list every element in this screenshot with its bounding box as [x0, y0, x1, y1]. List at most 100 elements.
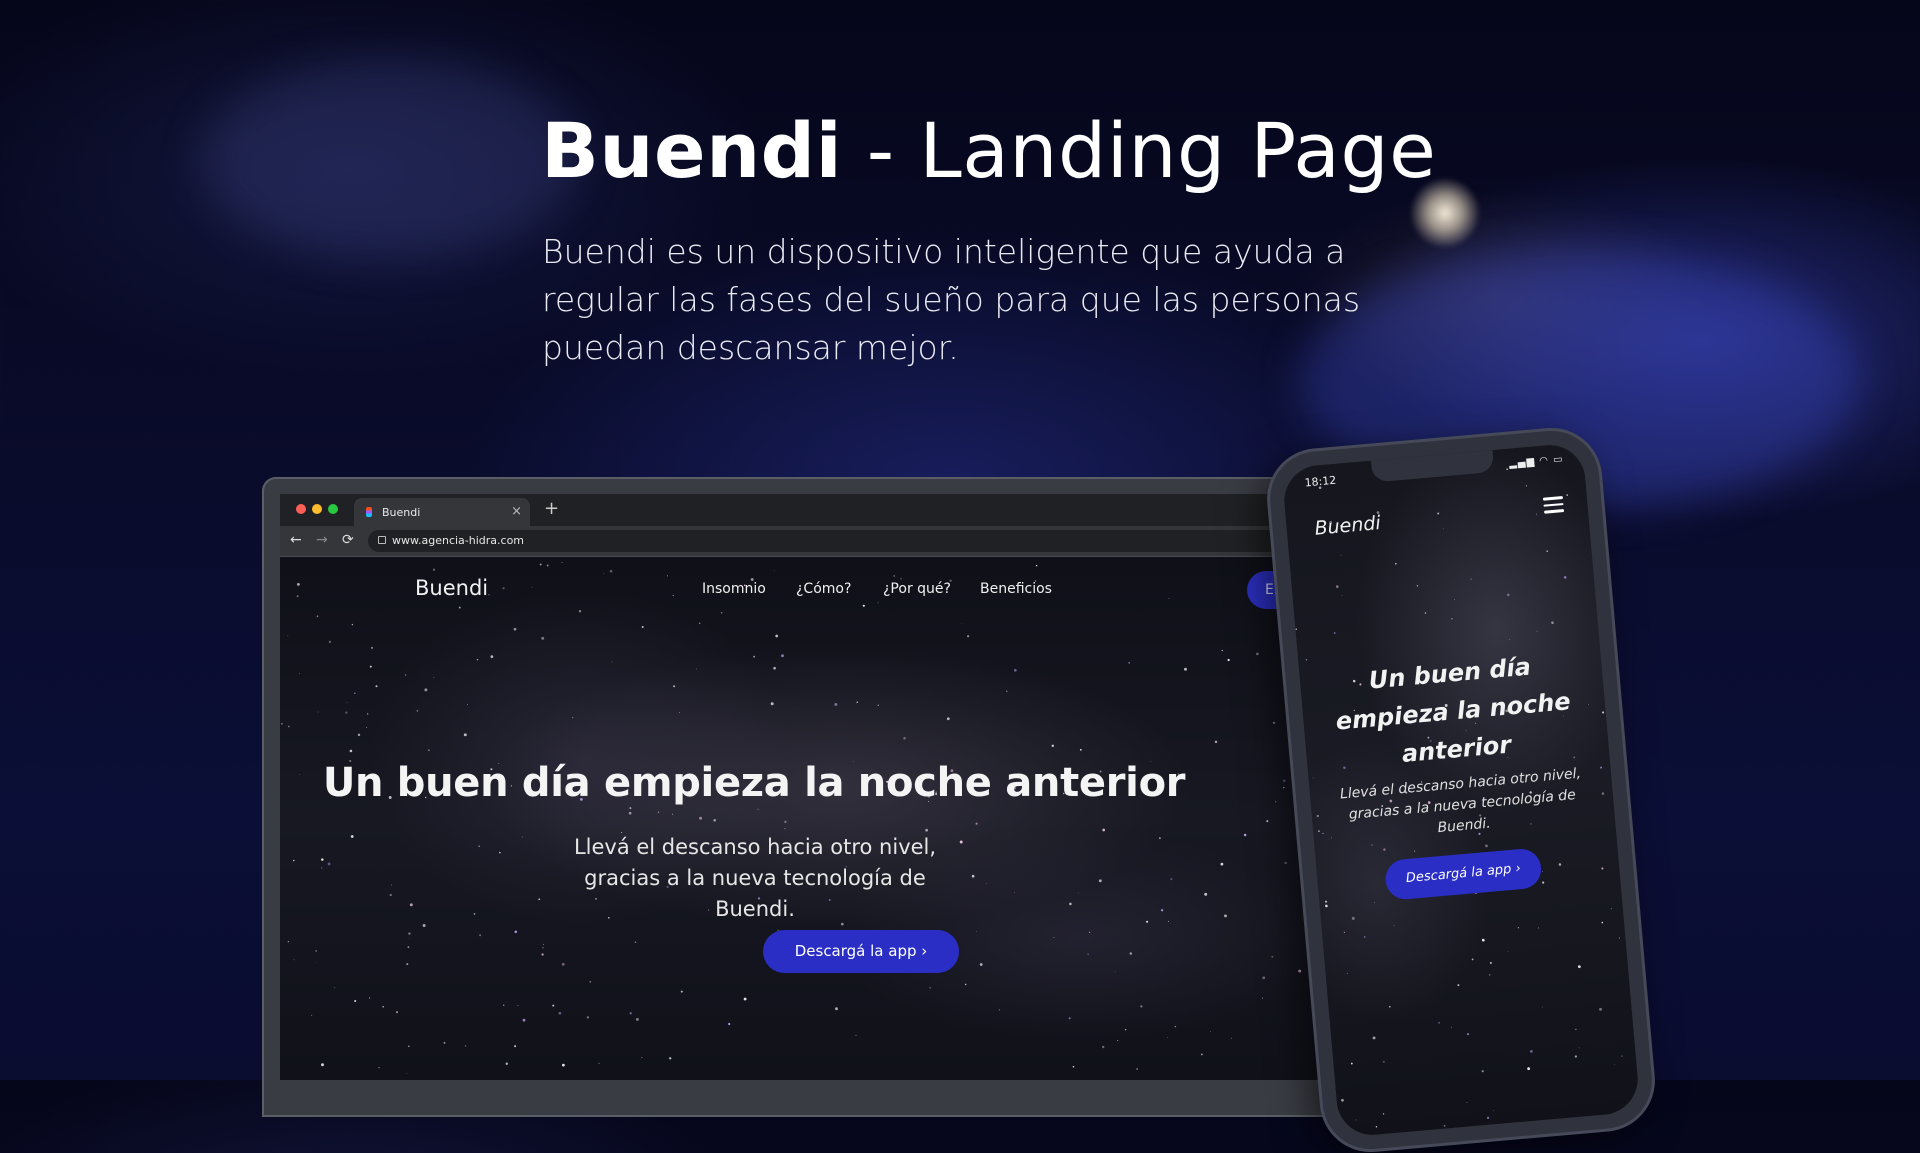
star	[720, 611, 723, 614]
website-viewport: Buendi Insomnio ¿Cómo? ¿Por qué? Benefic…	[280, 557, 1350, 1080]
star	[517, 1005, 519, 1007]
nav-link-insomnio[interactable]: Insomnio	[702, 581, 766, 597]
star	[1566, 494, 1569, 497]
star	[311, 1014, 313, 1016]
phone-screen: 18:12 ▂▄▆ ◠ ▭ Buendi Un buen día empieza…	[1281, 442, 1641, 1138]
star	[298, 672, 300, 674]
address-url: www.agencia-hidra.com	[392, 534, 525, 547]
minimize-window-dot[interactable]	[312, 504, 322, 514]
star	[404, 674, 407, 676]
back-arrow-icon[interactable]: ←	[290, 532, 302, 548]
browser-toolbar: ← → ⟳ www.agencia-hidra.com	[280, 526, 1350, 557]
star	[835, 1007, 838, 1011]
star	[773, 666, 776, 670]
tab-close-icon[interactable]: ×	[511, 504, 522, 519]
star	[1416, 585, 1419, 587]
star	[1282, 779, 1286, 783]
page-title: Buendi - Landing Page	[541, 106, 1436, 195]
star	[1053, 937, 1055, 938]
star	[1161, 909, 1164, 912]
site-logo[interactable]: Buendi	[415, 576, 488, 600]
star	[407, 946, 410, 949]
star	[629, 1012, 632, 1015]
star	[351, 623, 354, 626]
nav-link-beneficios[interactable]: Beneficios	[980, 581, 1052, 597]
star	[1221, 649, 1223, 652]
star	[478, 845, 480, 847]
star	[1621, 1055, 1623, 1057]
star	[1525, 485, 1528, 487]
star	[1271, 955, 1274, 958]
forward-arrow-icon[interactable]: →	[316, 532, 328, 548]
star	[893, 575, 895, 577]
star	[609, 569, 613, 573]
star	[287, 725, 290, 728]
star	[1537, 927, 1540, 929]
star	[669, 1057, 672, 1060]
star	[281, 723, 283, 725]
star	[1333, 632, 1336, 634]
star	[334, 987, 336, 989]
star	[476, 659, 479, 661]
star	[406, 1073, 408, 1074]
nav-link-por-que[interactable]: ¿Por qué?	[883, 581, 951, 597]
star	[1262, 976, 1266, 980]
star	[542, 947, 544, 949]
hamburger-menu-icon[interactable]	[1542, 496, 1565, 514]
star	[1114, 971, 1116, 973]
star	[753, 655, 755, 658]
star	[369, 665, 372, 668]
star	[929, 987, 931, 989]
star	[976, 931, 977, 932]
star	[1486, 1116, 1490, 1120]
star	[1098, 879, 1102, 883]
star	[1069, 902, 1072, 906]
download-app-button[interactable]: Descargá la app ›	[763, 930, 959, 973]
star	[1601, 867, 1604, 870]
new-tab-button[interactable]: +	[544, 498, 559, 519]
star	[466, 703, 468, 705]
star	[1542, 881, 1545, 884]
star	[1340, 554, 1342, 556]
address-bar[interactable]: www.agencia-hidra.com	[368, 530, 1348, 552]
star	[1614, 1064, 1615, 1066]
star	[479, 934, 482, 937]
maximize-window-dot[interactable]	[328, 504, 338, 514]
star	[1529, 1049, 1533, 1053]
star	[1159, 837, 1161, 839]
star	[1243, 833, 1247, 837]
star	[572, 717, 574, 719]
page-title-rest: - Landing Page	[842, 106, 1437, 195]
star	[321, 1063, 324, 1067]
star	[998, 1009, 1001, 1011]
star	[1117, 1040, 1119, 1042]
reload-icon[interactable]: ⟳	[342, 532, 354, 548]
star	[641, 625, 644, 629]
browser-tab[interactable]: Buendi ×	[354, 498, 530, 526]
star	[1489, 974, 1491, 976]
star	[1079, 748, 1082, 751]
close-window-dot[interactable]	[296, 504, 306, 514]
star	[1470, 578, 1472, 580]
star	[1563, 576, 1567, 579]
star	[666, 575, 668, 577]
star	[546, 564, 549, 567]
star	[634, 941, 637, 943]
star	[1364, 936, 1366, 938]
star	[598, 1062, 600, 1064]
nav-link-como[interactable]: ¿Cómo?	[796, 581, 851, 597]
star	[1227, 658, 1230, 662]
star	[589, 980, 592, 983]
star	[561, 562, 563, 563]
star	[1485, 844, 1488, 848]
star	[1089, 931, 1091, 933]
star	[611, 661, 613, 663]
star	[1442, 528, 1444, 530]
star	[1372, 1036, 1376, 1040]
star	[856, 701, 859, 704]
star	[855, 1034, 857, 1036]
star	[696, 668, 698, 670]
star	[1224, 914, 1227, 918]
star	[293, 859, 295, 862]
star	[314, 962, 316, 964]
